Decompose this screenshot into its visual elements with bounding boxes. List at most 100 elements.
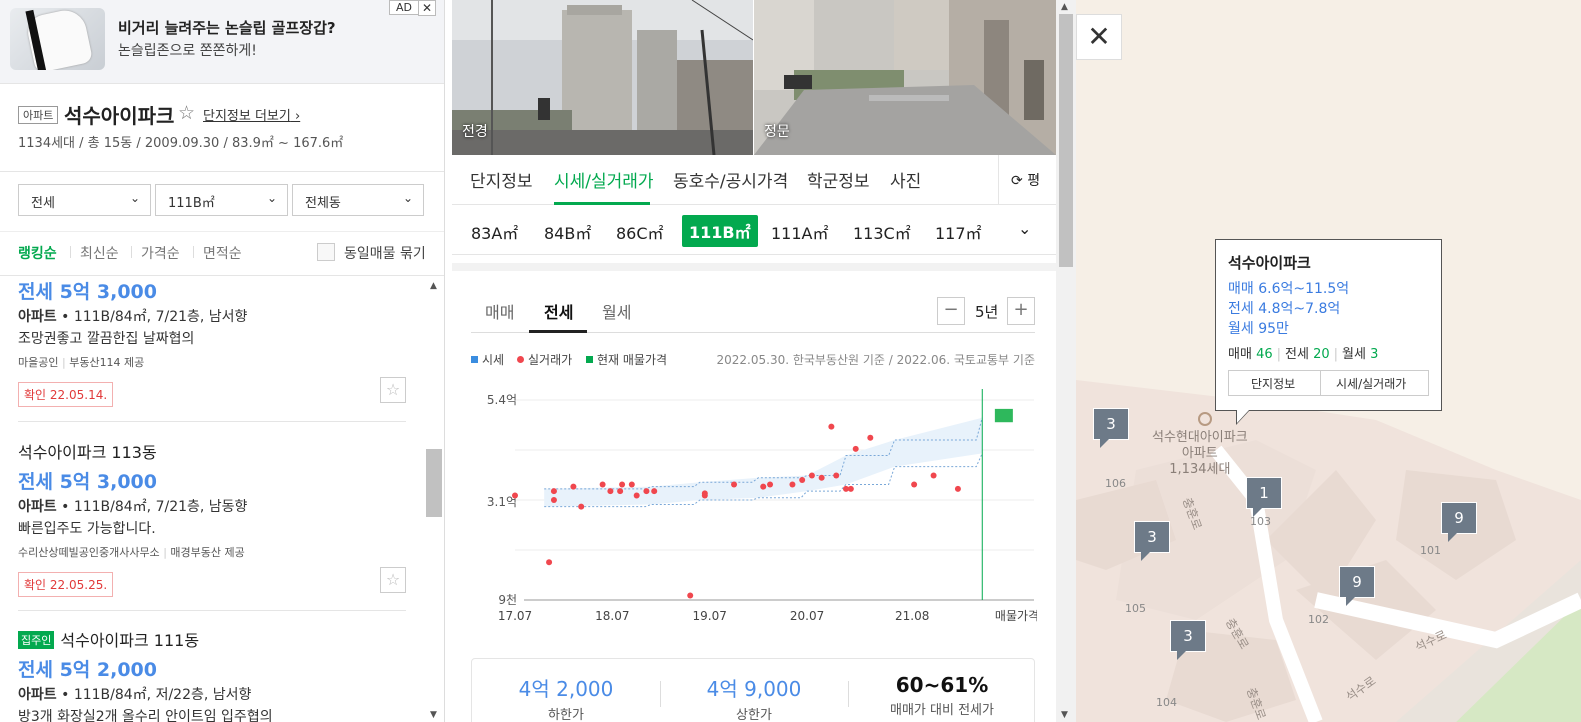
x-tick-label: 19.07	[693, 609, 727, 623]
confirm-date-badge: 확인 22.05.14.	[18, 382, 114, 407]
photo-exterior[interactable]: 전경	[452, 0, 753, 155]
legend-label: 현재 매물가격	[597, 353, 668, 367]
tab-unit-price[interactable]: 동호수/공시가격	[673, 167, 788, 192]
favorite-star-icon[interactable]: ☆	[380, 377, 406, 403]
stat-ratio-label: 매매가 대비 전세가	[890, 703, 994, 718]
size-113c[interactable]: 113C㎡	[853, 220, 911, 244]
sort-latest[interactable]: 최신순	[80, 243, 119, 263]
deal-point	[512, 492, 518, 499]
stat-low: 4억 2,000 하한가	[472, 673, 660, 722]
deal-tab-jeonse[interactable]: 전세	[544, 299, 573, 323]
close-map-button[interactable]: ✕	[1076, 14, 1122, 60]
list-item[interactable]: 집주인 석수아이파크 111동 전세 5억 2,000 아파트 • 111B/84…	[18, 627, 406, 722]
trade-type-select[interactable]: 전세 ⌄	[18, 184, 151, 216]
count-wolse-label: 월세	[1342, 347, 1366, 362]
size-83a[interactable]: 83A㎡	[471, 220, 518, 244]
chevron-down-icon[interactable]: ⌄	[1018, 219, 1031, 238]
legend-swatch	[471, 356, 478, 363]
size-86c[interactable]: 86C㎡	[616, 220, 664, 244]
listing-panel: 비거리 늘려주는 논슬립 골프장갑? 논슬립존으로 쫀쫀하게! AD ✕ 아파트…	[0, 0, 445, 722]
complex-info-more-link[interactable]: 단지정보 더보기 ›	[203, 105, 300, 124]
listing-title-row: 집주인 석수아이파크 111동	[18, 627, 406, 651]
map-place-label[interactable]: 석수현대아이파크 아파트 1,134세대	[1152, 430, 1248, 478]
group-listings-label[interactable]: 동일매물 묶기	[344, 243, 426, 263]
sort-area[interactable]: 면적순	[203, 243, 242, 263]
photo-gate[interactable]: 정문	[754, 0, 1056, 155]
deal-tab-monthly[interactable]: 월세	[602, 299, 631, 323]
tab-school[interactable]: 학군정보	[807, 167, 870, 192]
scroll-up-icon[interactable]: ▲	[430, 281, 437, 291]
ad-image[interactable]	[10, 8, 105, 70]
listing-spec: 아파트 • 111B/84㎡, 저/22층, 남서향	[18, 687, 252, 703]
list-item[interactable]: 석수아이파크 113동 전세 5억 3,000 아파트 • 111B/84㎡, …	[18, 439, 406, 597]
chart-legend: 시세 실거래가 현재 매물가격 2022.05.30. 한국부동산원 기준 / …	[471, 351, 1035, 367]
detail-scrollbar[interactable]: ▲ ▼	[1056, 0, 1076, 722]
agent-provider: 매경부동산 제공	[170, 546, 245, 559]
listing-list: 전세 5억 3,000 아파트 • 111B/84㎡, 7/21층, 남서향 조…	[0, 277, 425, 722]
scroll-down-icon[interactable]: ▼	[430, 710, 437, 720]
popup-tail-inner	[1237, 410, 1249, 423]
price-chart[interactable]: 5.4억 3.1억 9천 17.07 18.07 19.07 20.07 21.08 매물가격	[471, 381, 1037, 626]
sort-divider	[70, 246, 71, 258]
popup-complex-info-button[interactable]: 단지정보	[1251, 375, 1295, 392]
ad-close-icon[interactable]: ✕	[417, 0, 436, 16]
ad-banner[interactable]: 비거리 늘려주는 논슬립 골프장갑? 논슬립존으로 쫀쫀하게! AD ✕	[0, 0, 444, 84]
listing-spec-type: 아파트	[18, 309, 57, 325]
map-cluster-marker[interactable]: 3	[1134, 521, 1170, 561]
area-select[interactable]: 111B㎡ ⌄	[155, 184, 288, 216]
complex-header: 아파트 석수아이파크 ☆ 단지정보 더보기 › 1134세대 / 총 15동 /…	[0, 84, 444, 172]
popup-price-button[interactable]: 시세/실거래가	[1336, 375, 1406, 392]
ad-title[interactable]: 비거리 늘려주는 논슬립 골프장갑?	[118, 17, 336, 38]
stat-low-label: 하한가	[548, 708, 584, 722]
sort-ranking[interactable]: 랭킹순	[18, 243, 57, 263]
ad-subtitle[interactable]: 논슬립존으로 쫀쫀하게!	[118, 40, 257, 60]
list-divider	[18, 610, 406, 611]
deal-point	[546, 559, 553, 566]
property-type-badge: 아파트	[18, 106, 59, 124]
unit-toggle-button[interactable]: ⟳ 평	[998, 155, 1056, 205]
map-cluster-marker[interactable]: 3	[1093, 408, 1129, 448]
active-deal-tab-indicator	[529, 330, 587, 333]
scrollbar-thumb[interactable]	[426, 449, 442, 517]
map-cluster-marker[interactable]: 9	[1339, 566, 1375, 606]
tab-photos[interactable]: 사진	[890, 167, 921, 192]
deal-tab-sale[interactable]: 매매	[485, 299, 514, 323]
dong-select[interactable]: 전체동 ⌄	[292, 184, 424, 216]
popup-counts: 매매 46 | 전세 20 | 월세 3	[1228, 347, 1379, 362]
favorite-star-icon[interactable]: ☆	[380, 567, 406, 593]
size-111b[interactable]: 111B㎡	[682, 215, 758, 247]
map-cluster-marker[interactable]: 3	[1170, 620, 1206, 660]
scroll-up-icon[interactable]: ▲	[1061, 2, 1068, 12]
period-plus-button[interactable]: +	[1007, 297, 1035, 325]
size-111a[interactable]: 111A㎡	[771, 220, 829, 244]
tab-price[interactable]: 시세/실거래가	[554, 167, 654, 192]
deal-point	[550, 488, 557, 495]
agent-name: 마을공인	[18, 356, 59, 369]
deal-point	[808, 472, 815, 479]
map-cluster-marker[interactable]: 9	[1441, 502, 1477, 542]
complex-summary: 1134세대 / 총 15동 / 2009.09.30 / 83.9㎡ ~ 16…	[18, 136, 344, 151]
sort-price[interactable]: 가격순	[141, 243, 180, 263]
popup-buttons: 단지정보 시세/실거래가	[1228, 370, 1429, 396]
size-117[interactable]: 117㎡	[935, 220, 982, 244]
favorite-star-icon[interactable]: ☆	[178, 102, 195, 124]
list-divider	[18, 421, 406, 422]
map-cluster-marker[interactable]: 1	[1246, 477, 1282, 517]
complex-name: 석수아이파크	[64, 104, 175, 128]
list-item[interactable]: 전세 5억 3,000 아파트 • 111B/84㎡, 7/21층, 남서향 조…	[18, 277, 406, 407]
group-listings-checkbox[interactable]	[317, 243, 335, 261]
scrollbar-thumb[interactable]	[1059, 14, 1073, 267]
popup-jeonse-range: 전세 4.8억~7.8억	[1228, 301, 1341, 317]
deal-point	[930, 472, 937, 479]
legend-label: 시세	[482, 353, 505, 367]
listing-spec-detail: 111B/84㎡, 저/22층, 남서향	[73, 687, 252, 703]
period-minus-button[interactable]: −	[937, 297, 965, 325]
listing-scrollbar[interactable]: ▲ ▼	[425, 277, 444, 722]
size-84b[interactable]: 84B㎡	[544, 220, 591, 244]
listing-spec: 아파트 • 111B/84㎡, 7/21층, 남동향	[18, 499, 248, 515]
scroll-down-icon[interactable]: ▼	[1061, 710, 1068, 720]
map-view[interactable]: ✕ 석수현대아이파크 아파트 1,134세대 3 1 3 9 9 3 106 1…	[1076, 0, 1581, 722]
building-number: 103	[1250, 515, 1271, 528]
legend-swatch	[517, 356, 524, 363]
tab-complex-info[interactable]: 단지정보	[470, 167, 533, 192]
